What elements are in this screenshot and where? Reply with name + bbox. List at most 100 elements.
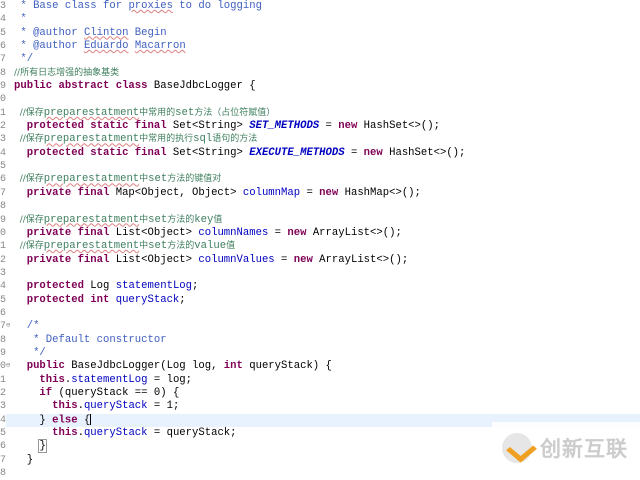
code-token: protected int xyxy=(14,293,110,306)
code-token: = xyxy=(300,186,320,199)
code-token: preparestatment xyxy=(43,106,140,119)
code-text: private final List<Object> columnNames =… xyxy=(14,227,402,240)
code-token: sql xyxy=(193,133,213,146)
line-number: 11 xyxy=(0,107,6,119)
code-line[interactable]: 19 //保存preparestatment中set方法的key值 xyxy=(0,214,640,227)
code-line[interactable]: 20 private final List<Object> columnName… xyxy=(0,227,640,240)
code-line[interactable]: 22 private final List<Object> columnValu… xyxy=(0,254,640,267)
code-line[interactable]: 10 xyxy=(0,93,640,106)
code-token: * @author xyxy=(14,40,84,53)
code-line[interactable]: 3 * Base class for proxies to do logging xyxy=(0,0,640,13)
code-token: BaseJdbcLogger { xyxy=(147,80,256,93)
code-token: //保存 xyxy=(14,107,44,118)
line-number: 19 xyxy=(0,214,6,226)
code-token: 值 xyxy=(226,241,236,252)
code-token: 中常用的执行 xyxy=(139,134,194,145)
code-token: ; xyxy=(179,293,186,306)
code-token: value xyxy=(194,240,227,253)
code-line[interactable]: 21 //保存preparestatment中set方法的value值 xyxy=(0,240,640,253)
code-line[interactable]: 26 xyxy=(0,307,640,320)
code-token: public abstract class xyxy=(14,80,148,93)
code-token: Map<Object, Object> xyxy=(109,186,243,199)
code-line[interactable]: 17 private final Map<Object, Object> col… xyxy=(0,187,640,200)
watermark-text: 创新互联 xyxy=(540,437,628,461)
line-number: 26 xyxy=(0,307,6,319)
code-line[interactable]: 29 */ xyxy=(0,347,640,360)
line-number: 34 xyxy=(0,413,6,427)
code-text: //所有日志增强的抽象基类 xyxy=(14,67,119,80)
code-token: new xyxy=(293,253,313,266)
code-text: //保存preparestatment中set方法的key值 xyxy=(14,213,223,227)
code-line[interactable]: 5 * @author Clinton Begin xyxy=(0,27,640,40)
code-token: preparestatment xyxy=(43,133,140,146)
code-token: new xyxy=(338,120,358,133)
code-text: this.queryStack = queryStack; xyxy=(14,427,236,440)
code-token: HashMap<>(); xyxy=(338,186,421,199)
line-number: 4 xyxy=(0,14,6,26)
code-token: = log; xyxy=(147,373,193,386)
code-line[interactable]: 27⊖ /* xyxy=(0,320,640,333)
code-token: * xyxy=(14,13,27,26)
code-line[interactable]: 15 xyxy=(0,160,640,173)
code-token: set xyxy=(175,106,195,119)
line-number: 25 xyxy=(0,294,6,306)
code-token: //保存 xyxy=(14,241,44,252)
code-text: */ xyxy=(14,347,46,360)
code-line[interactable]: 14 protected static final Set<String> EX… xyxy=(0,147,640,160)
code-line[interactable]: 24 protected Log statementLog; xyxy=(0,280,640,293)
code-line[interactable]: 8 //所有日志增强的抽象基类 xyxy=(0,67,640,80)
code-text: this.statementLog = log; xyxy=(14,374,192,387)
code-token: //保存 xyxy=(14,174,44,185)
code-token: /* xyxy=(14,320,40,333)
code-text: * @author Eduardo Macarron xyxy=(14,40,185,53)
code-text: this.queryStack = 1; xyxy=(14,400,179,413)
brand-logo-icon xyxy=(502,433,532,463)
code-token: SET_METHODS xyxy=(249,120,320,133)
code-line[interactable]: 30⊖ public BaseJdbcLogger(Log log, int q… xyxy=(0,360,640,373)
code-token: List<Object> xyxy=(109,253,199,266)
code-text: */ xyxy=(14,53,33,66)
code-token: statementLog xyxy=(115,280,193,293)
code-line[interactable]: 12 protected static final Set<String> SE… xyxy=(0,120,640,133)
code-token: HashSet<>(); xyxy=(382,146,466,159)
code-line[interactable]: 7 */ xyxy=(0,53,640,66)
code-line[interactable]: 6 * @author Eduardo Macarron xyxy=(0,40,640,53)
code-token: (queryStack == 0) { xyxy=(52,386,180,399)
line-number: 13 xyxy=(0,134,6,146)
code-token: * @author xyxy=(14,26,84,39)
line-number: 20 xyxy=(0,227,6,239)
code-line[interactable]: 13 //保存preparestatment中常用的执行sql语句的方法 xyxy=(0,133,640,146)
line-number: 31 xyxy=(0,374,6,386)
code-token: new xyxy=(287,226,307,239)
code-line[interactable]: 32 if (queryStack == 0) { xyxy=(0,387,640,400)
line-number: 37 xyxy=(0,454,6,466)
code-token: statementLog xyxy=(71,373,148,386)
code-line[interactable]: 28 * Default constructor xyxy=(0,334,640,347)
code-token: protected static final xyxy=(14,146,167,159)
code-token: to do logging xyxy=(172,0,262,12)
code-token: 方法（占位符赋值） xyxy=(194,107,276,118)
code-line[interactable]: 23 xyxy=(0,267,640,280)
code-line[interactable]: 33 this.queryStack = 1; xyxy=(0,400,640,413)
fold-toggle-icon[interactable]: ⊖ xyxy=(6,320,10,333)
code-editor[interactable]: 3 * Base class for proxies to do logging… xyxy=(0,0,640,480)
code-token: proxies xyxy=(128,0,173,12)
code-text: * Default constructor xyxy=(14,334,167,347)
code-line[interactable]: 25 protected int queryStack; xyxy=(0,294,640,307)
code-token: 方法的 xyxy=(167,241,195,252)
fold-toggle-icon[interactable]: ⊖ xyxy=(6,360,10,373)
code-token: columnNames xyxy=(198,226,269,239)
code-token: } xyxy=(38,439,47,454)
code-token: set xyxy=(148,213,168,226)
code-line[interactable]: 9 public abstract class BaseJdbcLogger { xyxy=(0,80,640,93)
code-line[interactable]: 31 this.statementLog = log; xyxy=(0,374,640,387)
code-token: Set<String> xyxy=(166,120,250,133)
code-token: this xyxy=(14,373,65,386)
text-caret xyxy=(90,413,92,425)
code-token: 方法的 xyxy=(167,214,195,225)
code-line[interactable]: 4 * xyxy=(0,13,640,26)
code-token: = xyxy=(344,146,364,159)
code-line[interactable]: 11 //保存preparestatment中常用的set方法（占位符赋值） xyxy=(0,107,640,120)
code-line[interactable]: 18 xyxy=(0,200,640,213)
code-line[interactable]: 16 //保存preparestatment中set方法的键值对 xyxy=(0,173,640,186)
